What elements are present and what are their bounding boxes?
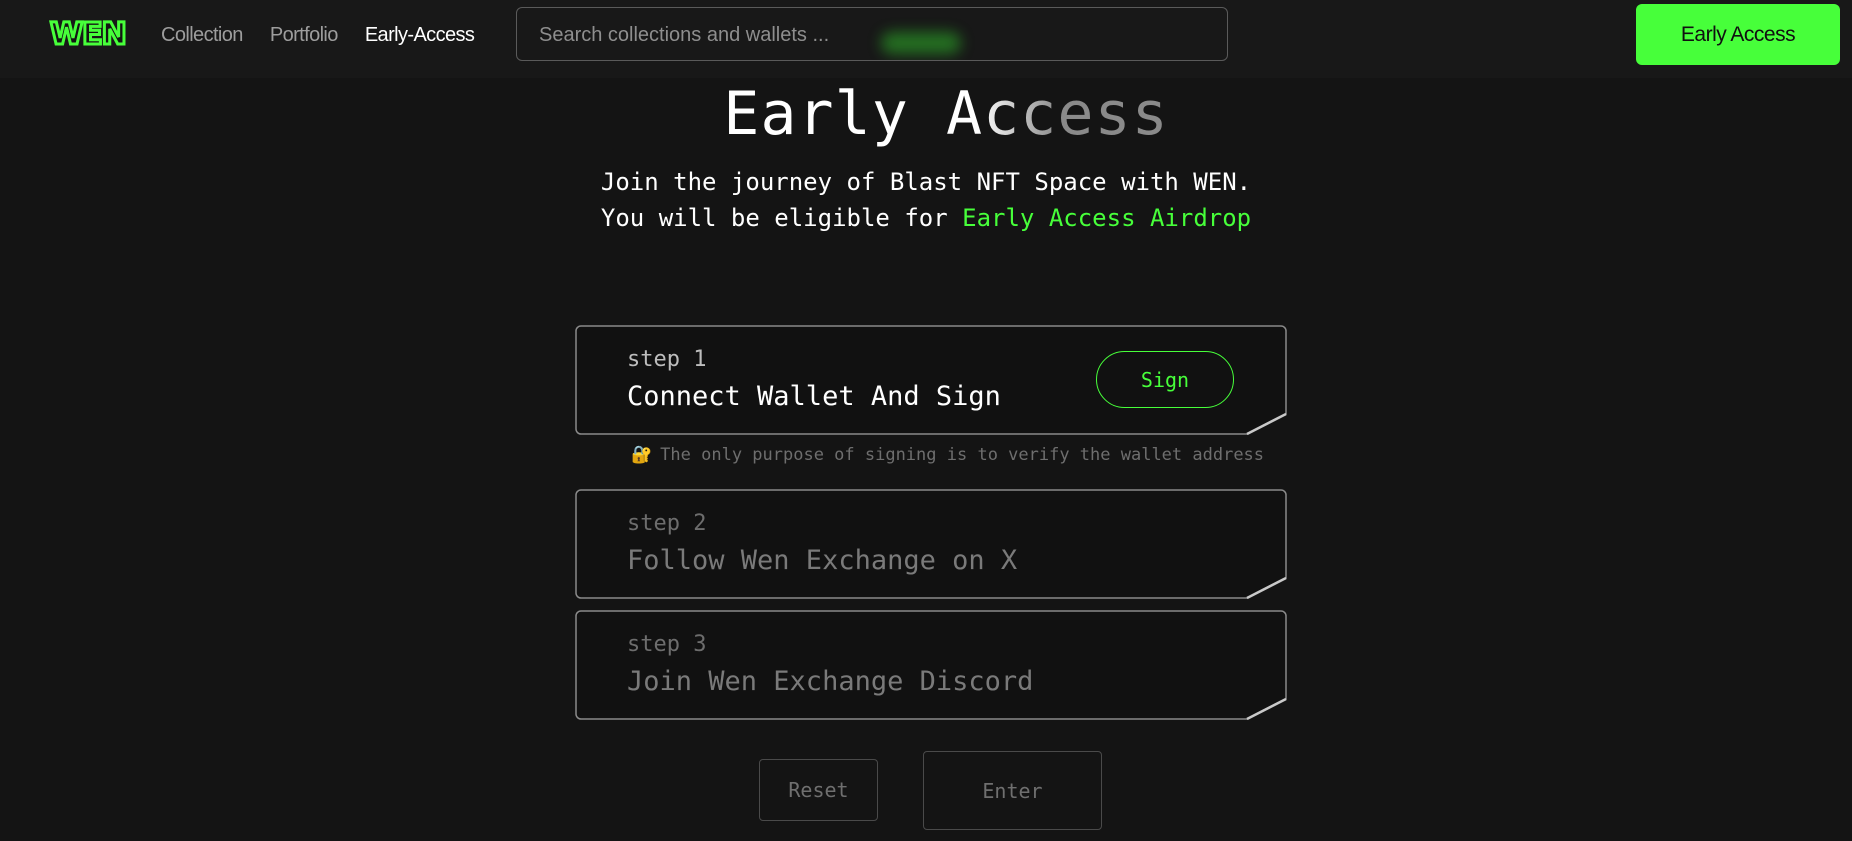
nav-link-portfolio[interactable]: Portfolio — [270, 22, 339, 48]
search-input[interactable] — [537, 8, 1201, 60]
airdrop-highlight: Early Access Airdrop — [962, 204, 1252, 232]
step-card-2-frame — [575, 489, 1287, 599]
nav-link-early-access[interactable]: Early-Access — [365, 22, 475, 48]
hero-subtitle-line-2: You will be eligible for Early Access Ai… — [0, 200, 1852, 236]
signing-note: 🔐 The only purpose of signing is to verif… — [631, 445, 1264, 465]
early-access-header-button[interactable]: Early Access — [1636, 4, 1840, 65]
step-card-1: step 1 Connect Wallet And Sign Sign — [575, 325, 1287, 435]
wen-logo[interactable]: WEN — [49, 18, 129, 51]
step-1-title: Connect Wallet And Sign — [627, 381, 1001, 412]
page-title: Early Access — [721, 78, 1171, 150]
top-navigation-bar: WEN Collection Portfolio Early-Access Ea… — [0, 0, 1852, 78]
signing-note-text: The only purpose of signing is to verify… — [660, 445, 1265, 465]
search-box — [516, 7, 1228, 61]
step-3-label: step 3 — [627, 632, 707, 657]
step-3-title: Join Wen Exchange Discord — [627, 666, 1034, 697]
step-2-title: Follow Wen Exchange on X — [627, 545, 1018, 576]
step-card-2: step 2 Follow Wen Exchange on X — [575, 489, 1287, 599]
sign-button[interactable]: Sign — [1096, 351, 1234, 408]
reset-button[interactable]: Reset — [759, 759, 878, 821]
step-card-3-frame — [575, 610, 1287, 720]
main-nav: Collection Portfolio Early-Access — [161, 22, 475, 48]
step-2-label: step 2 — [627, 511, 707, 536]
nav-link-collection[interactable]: Collection — [161, 22, 243, 48]
hero-subtitle-line-1: Join the journey of Blast NFT Space with… — [600, 168, 1252, 196]
step-1-label: step 1 — [627, 347, 707, 372]
subtitle-prefix: You will be eligible for — [600, 204, 963, 232]
enter-button[interactable]: Enter — [923, 751, 1102, 830]
lock-icon: 🔐 — [631, 445, 653, 465]
step-card-3: step 3 Join Wen Exchange Discord — [575, 610, 1287, 720]
